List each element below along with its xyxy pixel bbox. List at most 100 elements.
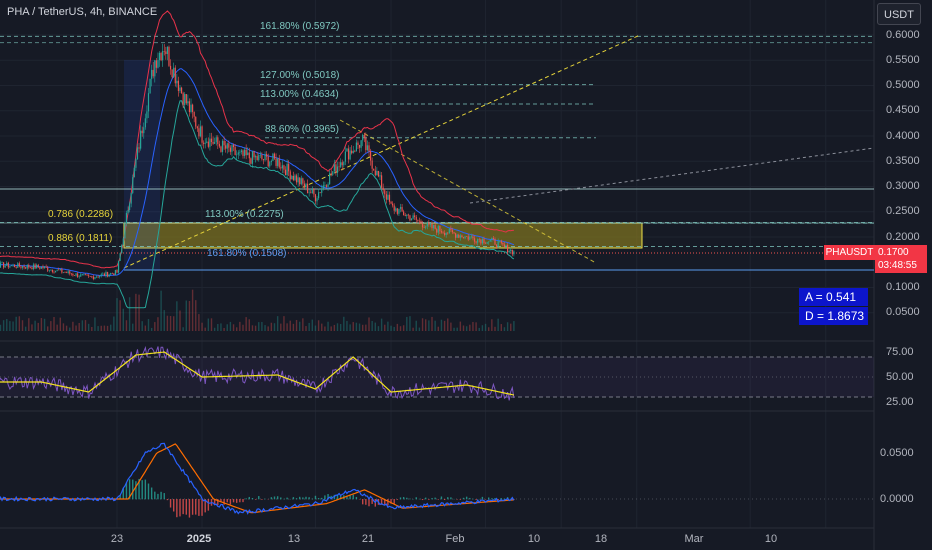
stat-a-box[interactable]: A = 0.541 (799, 288, 868, 306)
candle-body (325, 185, 328, 187)
candle-body (125, 212, 128, 224)
volume-bar (185, 300, 187, 331)
candle-body (192, 104, 194, 112)
rsi-label-50: 50.00 (886, 371, 914, 383)
candle-body (377, 170, 380, 177)
volume-bar (270, 322, 273, 331)
candle-body (499, 240, 501, 242)
candle-body (20, 266, 22, 268)
volume-bar (481, 325, 484, 331)
candle-body (489, 239, 491, 242)
candle-body (369, 151, 372, 161)
volume-bar (289, 320, 291, 331)
candle-body (32, 264, 35, 270)
candle-body (29, 267, 31, 269)
candle-body (273, 153, 276, 159)
macd-histogram-bar (188, 499, 191, 518)
volume-bar (18, 316, 21, 331)
price-label-0450: 0.4500 (886, 104, 920, 116)
macd-histogram-bar (264, 498, 266, 500)
volume-bar (261, 321, 263, 331)
candle-body (434, 224, 436, 230)
macd-histogram-bar (362, 499, 364, 505)
volume-bar (349, 324, 351, 331)
candle-body (67, 271, 69, 274)
volume-bar (500, 324, 502, 331)
candle-body (486, 242, 488, 244)
candle-body (69, 271, 71, 274)
price-label-0550: 0.5500 (886, 54, 920, 66)
volume-bar (465, 326, 468, 331)
candle-body (308, 192, 310, 194)
macd-histogram-bar (299, 496, 301, 500)
candle-body (502, 242, 504, 245)
candle-body (484, 243, 487, 244)
macd-histogram-bar (500, 498, 502, 500)
candle-body (439, 226, 441, 232)
volume-bar (371, 320, 373, 331)
volume-bar (28, 318, 30, 331)
volume-bar (390, 325, 392, 331)
candle-body (412, 215, 414, 219)
macd-histogram-bar (191, 499, 194, 515)
candle-body (283, 165, 285, 170)
candle-body (396, 208, 398, 214)
fib-zone-rect[interactable] (123, 222, 643, 249)
volume-bar (24, 326, 27, 331)
candle-body (92, 276, 94, 279)
candle-body (135, 158, 137, 168)
macd-histogram-bar (273, 496, 276, 500)
macd-histogram-bar (481, 496, 484, 500)
candle-body (108, 274, 110, 277)
macd-histogram-bar (236, 499, 238, 503)
candle-body (25, 267, 27, 269)
candle-body (155, 60, 157, 68)
volume-bar (201, 322, 203, 331)
candle-body (481, 238, 483, 244)
candle-body (190, 104, 192, 113)
candle-body (253, 151, 255, 158)
volume-bar (207, 318, 210, 331)
candle-body (384, 190, 386, 195)
candle-body (173, 67, 175, 77)
macd-histogram-bar (311, 498, 313, 500)
volume-bar (343, 316, 345, 331)
candle-body (393, 205, 395, 211)
volume-bar (377, 326, 380, 331)
candle-body (494, 238, 496, 245)
candle-body (171, 69, 173, 77)
candle-body (374, 170, 376, 176)
candle-body (352, 150, 354, 154)
stat-d-box[interactable]: D = 1.8673 (799, 307, 868, 325)
candle-body (75, 273, 77, 276)
candle-body (231, 145, 233, 152)
candle-body (303, 183, 306, 188)
candle-body (47, 267, 49, 271)
candle-body (467, 236, 469, 240)
candle-body (417, 219, 419, 221)
volume-bar (437, 326, 439, 331)
volume-bar (393, 326, 395, 331)
chart-canvas[interactable] (0, 0, 932, 550)
currency-button[interactable]: USDT (877, 3, 921, 25)
candle-body (346, 148, 348, 152)
candle-body (78, 276, 80, 278)
candle-body (495, 244, 498, 247)
volume-bar (384, 324, 386, 331)
volume-bar (280, 323, 282, 331)
time-label-13: 13 (287, 533, 301, 545)
candle-body (147, 93, 150, 112)
candle-body (295, 175, 298, 183)
volume-bar (226, 324, 228, 331)
candle-body (267, 156, 269, 167)
volume-bar (447, 318, 449, 331)
volume-bar (147, 319, 150, 331)
macd-histogram-bar (276, 496, 279, 500)
volume-bar (91, 327, 93, 331)
candle-body (448, 228, 450, 234)
candle-body (188, 101, 191, 113)
candle-body (251, 151, 254, 164)
candle-body (59, 268, 61, 271)
candle-body (330, 173, 332, 175)
volume-bar (355, 322, 358, 331)
